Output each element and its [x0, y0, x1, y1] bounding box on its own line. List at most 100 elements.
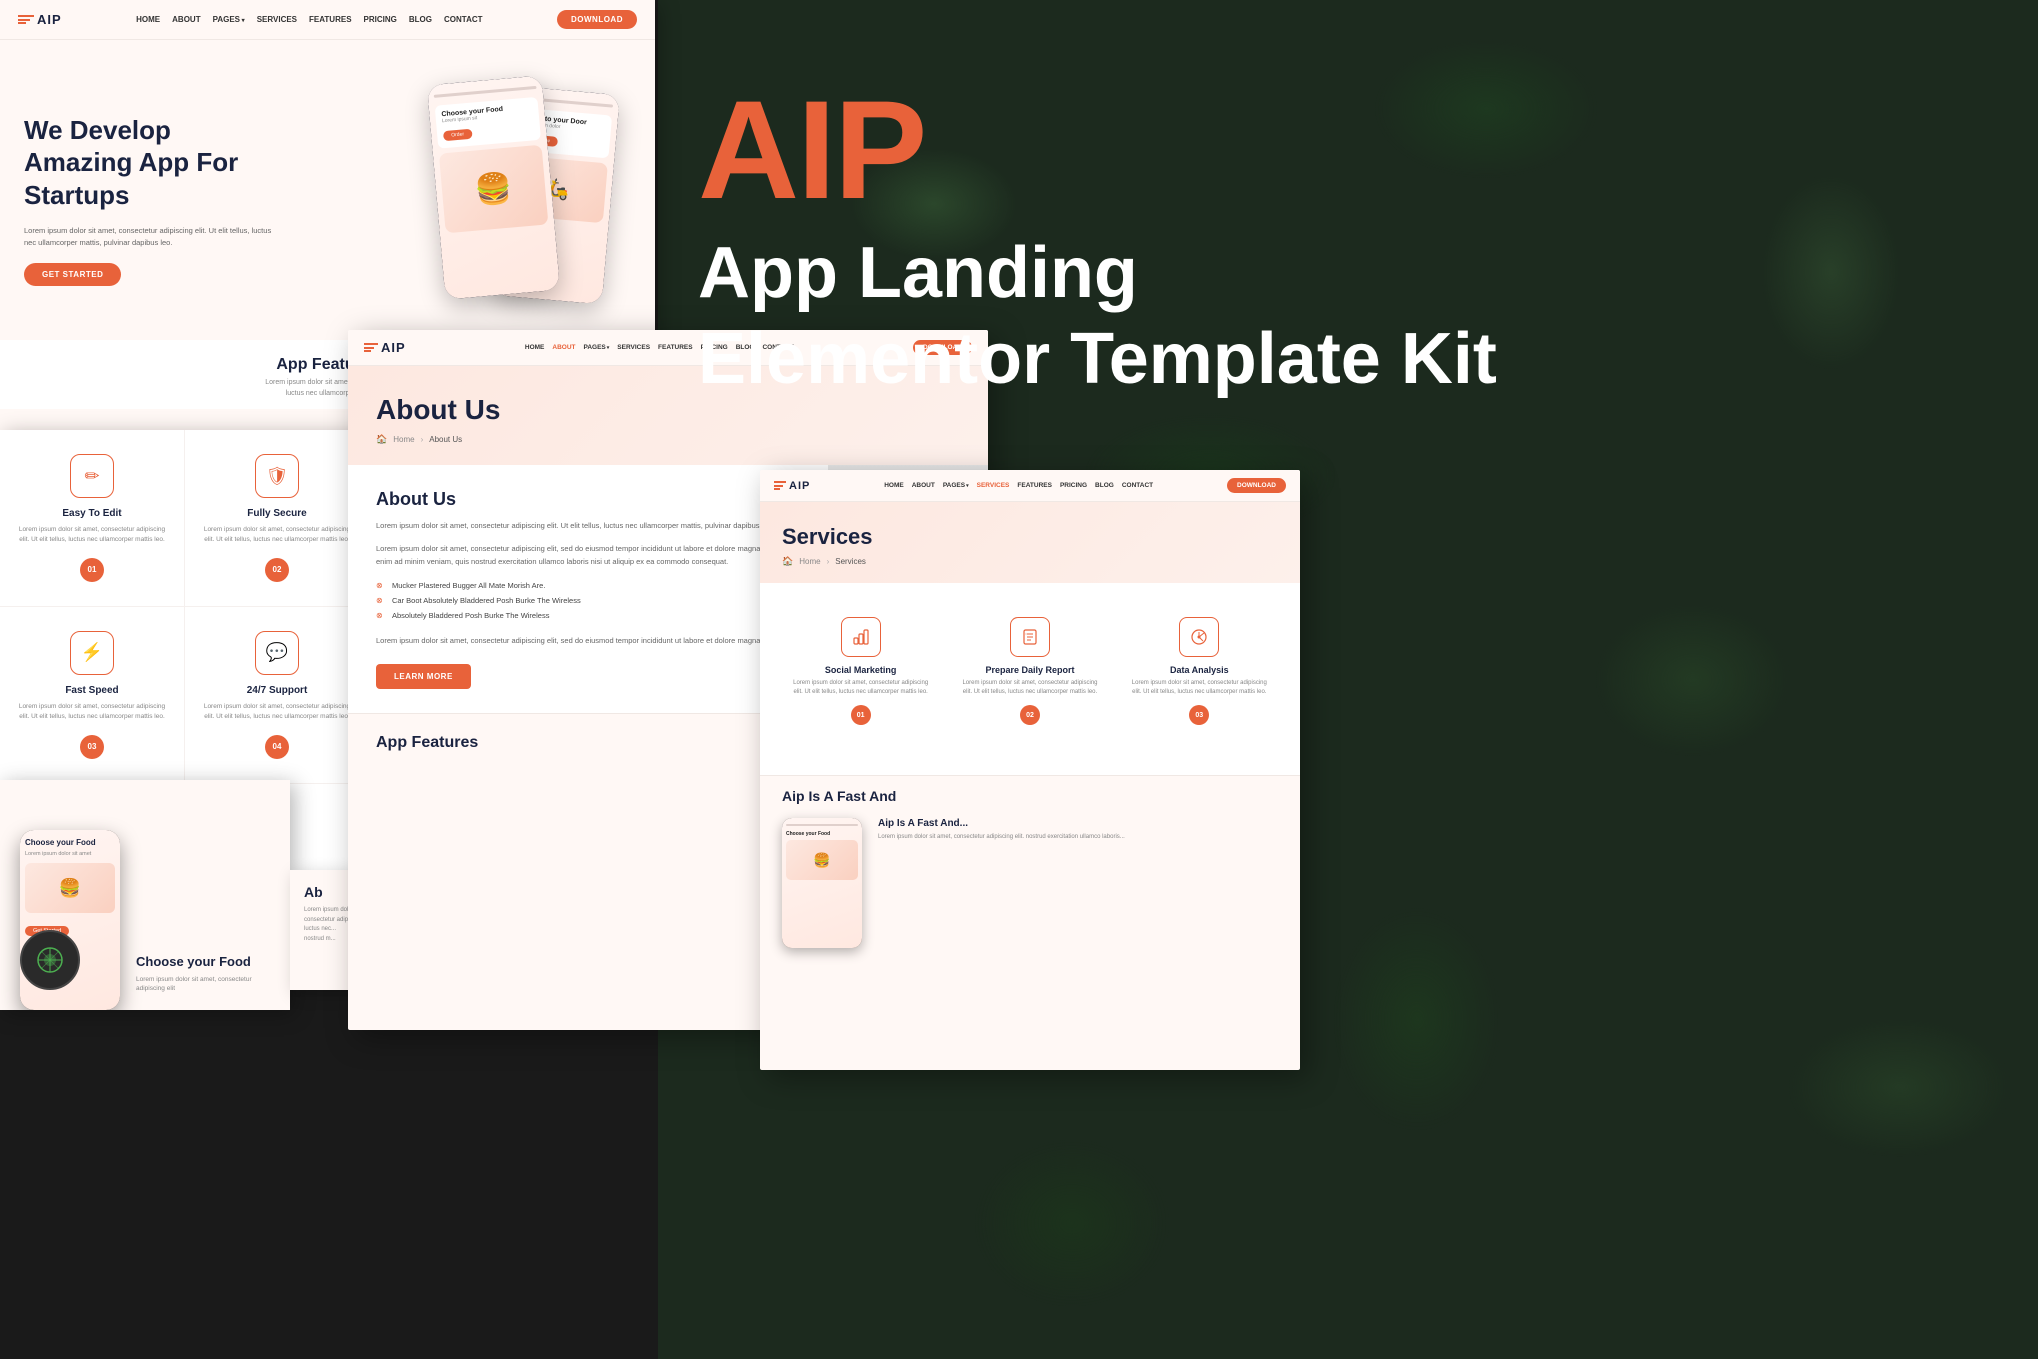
get-started-button[interactable]: GET STARTED [24, 263, 121, 286]
breadcrumb-current: About Us [429, 435, 462, 444]
nav-home[interactable]: HOME [136, 15, 160, 24]
service-num-1: 01 [851, 705, 871, 725]
service-name-2: Prepare Daily Report [959, 665, 1100, 675]
services-nav-services[interactable]: SERVICES [977, 482, 1010, 489]
logo-text: AIP [37, 12, 62, 27]
service-card-1: Social Marketing Lorem ipsum dolor sit a… [782, 603, 939, 739]
about-list-item-1: Mucker Plastered Bugger All Mate Morish … [376, 578, 808, 593]
home-navbar: AIP HOME ABOUT PAGES SERVICES FEATURES P… [0, 0, 655, 40]
about-nav-pages[interactable]: PAGES [583, 344, 609, 351]
speed-icon: ⚡ [70, 631, 114, 675]
report-icon [1010, 617, 1050, 657]
learn-more-button[interactable]: LEARN MORE [376, 664, 471, 689]
services-bottom-title: Aip Is A Fast And... [878, 818, 1278, 829]
phone-bottom-text-block: Choose your Food Lorem ipsum dolor sit a… [120, 938, 290, 1011]
about-para-2: Lorem ipsum dolor sit amet, consectetur … [376, 543, 808, 569]
feature-desc-1: Lorem ipsum dolor sit amet, consectetur … [16, 525, 168, 546]
services-nav-contact[interactable]: CONTACT [1122, 482, 1153, 489]
nav-about[interactable]: ABOUT [172, 15, 200, 24]
feature-desc-2: Lorem ipsum dolor sit amet, consectetur … [201, 525, 353, 546]
social-marketing-icon [841, 617, 881, 657]
logo-bars-icon [18, 15, 34, 24]
services-nav-about[interactable]: ABOUT [912, 482, 935, 489]
services-content: Social Marketing Lorem ipsum dolor sit a… [760, 583, 1300, 775]
feature-cell-2: 🛡 Fully Secure Lorem ipsum dolor sit ame… [185, 430, 370, 607]
phone-screen-front: Choose your Food Lorem ipsum sit Order 🍔 [427, 75, 560, 299]
home-nav-logo: AIP [18, 12, 62, 27]
about-nav-services[interactable]: SERVICES [617, 344, 650, 351]
service-num-3: 03 [1189, 705, 1209, 725]
breadcrumb-separator: › [421, 435, 424, 444]
feature-title-1: Easy To Edit [16, 508, 168, 519]
service-name-3: Data Analysis [1129, 665, 1270, 675]
nav-features[interactable]: FEATURES [309, 15, 352, 24]
nav-services[interactable]: SERVICES [257, 15, 297, 24]
services-nav-pricing[interactable]: PRICING [1060, 482, 1087, 489]
brand-tagline: App Landing Elementor Template Kit [698, 230, 1497, 403]
about-logo-text: AIP [381, 340, 406, 355]
services-page-title: Services [782, 524, 1278, 550]
service-card-2: Prepare Daily Report Lorem ipsum dolor s… [951, 603, 1108, 739]
about-nav-about[interactable]: ABOUT [552, 344, 575, 351]
services-home-icon: 🏠 [782, 556, 793, 567]
nav-contact[interactable]: CONTACT [444, 15, 483, 24]
feature-cell-3: ⚡ Fast Speed Lorem ipsum dolor sit amet,… [0, 607, 185, 784]
services-navbar: AIP HOME ABOUT PAGES SERVICES FEATURES P… [760, 470, 1300, 502]
service-desc-2: Lorem ipsum dolor sit amet, consectetur … [959, 679, 1100, 697]
hero-phones: Deliver to your Door Lorem ipsum dolor O… [351, 70, 631, 330]
services-nav-features[interactable]: FEATURES [1017, 482, 1052, 489]
nav-blog[interactable]: BLOG [409, 15, 432, 24]
services-breadcrumb-home: Home [799, 557, 820, 566]
home-nav-links: HOME ABOUT PAGES SERVICES FEATURES PRICI… [136, 15, 482, 24]
service-num-2: 02 [1020, 705, 1040, 725]
services-bottom-desc: Lorem ipsum dolor sit amet, consectetur … [878, 833, 1278, 842]
feature-title-3: Fast Speed [16, 685, 168, 696]
nav-pages[interactable]: PAGES [213, 15, 245, 24]
feature-cell-1: ✏ Easy To Edit Lorem ipsum dolor sit ame… [0, 430, 185, 607]
about-para-3: Lorem ipsum dolor sit amet, consectetur … [376, 635, 808, 648]
home-breadcrumb-icon: 🏠 [376, 434, 387, 445]
services-download-button[interactable]: DOWNLOAD [1227, 478, 1286, 493]
home-hero-section: We Develop Amazing App For Startups Lore… [0, 40, 655, 340]
phone-food-item-2: Choose your Food Lorem ipsum sit Order [435, 97, 541, 149]
about-section-title: About Us [376, 489, 808, 510]
services-bottom-text: Aip Is A Fast And... Lorem ipsum dolor s… [878, 818, 1278, 842]
feature-num-3: 03 [80, 735, 104, 759]
hero-text-block: We Develop Amazing App For Startups Lore… [24, 114, 284, 287]
home-download-button[interactable]: DOWNLOAD [557, 10, 637, 29]
services-page-card: AIP HOME ABOUT PAGES SERVICES FEATURES P… [760, 470, 1300, 1070]
service-desc-1: Lorem ipsum dolor sit amet, consectetur … [790, 679, 931, 697]
about-para-1: Lorem ipsum dolor sit amet, consectetur … [376, 520, 808, 533]
phone-header-bar-2 [434, 86, 537, 98]
eco-badge [20, 930, 80, 990]
hero-title: We Develop Amazing App For Startups [24, 114, 284, 212]
nav-pricing[interactable]: PRICING [364, 15, 397, 24]
support-icon: 💬 [255, 631, 299, 675]
about-nav-home[interactable]: HOME [525, 344, 545, 351]
feature-num-4: 04 [265, 735, 289, 759]
services-nav-pages[interactable]: PAGES [943, 482, 969, 489]
services-breadcrumb-current: Services [835, 557, 866, 566]
about-logo-bars [364, 343, 378, 352]
services-nav-home[interactable]: HOME [884, 482, 904, 489]
feature-num-2: 02 [265, 558, 289, 582]
phone-bottom-desc: Lorem ipsum dolor sit amet, consectetur … [136, 975, 274, 995]
about-list-item-3: Absolutely Bladdered Posh Burke The Wire… [376, 608, 808, 623]
about-nav-logo: AIP [364, 340, 406, 355]
secure-icon: 🛡 [255, 454, 299, 498]
phone-food-label: Choose your Food [25, 838, 115, 847]
about-breadcrumb: 🏠 Home › About Us [376, 434, 960, 445]
phone-bottom-card: Choose your Food Lorem ipsum dolor sit a… [0, 780, 290, 1010]
services-hero-section: Services 🏠 Home › Services [760, 502, 1300, 583]
features-grid: ✏ Easy To Edit Lorem ipsum dolor sit ame… [0, 430, 370, 784]
feature-desc-3: Lorem ipsum dolor sit amet, consectetur … [16, 702, 168, 723]
feature-title-2: Fully Secure [201, 508, 353, 519]
services-breadcrumb: 🏠 Home › Services [782, 556, 1278, 567]
phone-bottom-title: Choose your Food [136, 954, 274, 969]
services-bottom-section: Choose your Food 🍔 Aip Is A Fast And... … [760, 808, 1300, 958]
analysis-icon [1179, 617, 1219, 657]
hero-description: Lorem ipsum dolor sit amet, consectetur … [24, 225, 284, 249]
services-section-bottom-title: Aip Is A Fast And [760, 775, 1300, 808]
service-desc-3: Lorem ipsum dolor sit amet, consectetur … [1129, 679, 1270, 697]
services-nav-blog[interactable]: BLOG [1095, 482, 1114, 489]
